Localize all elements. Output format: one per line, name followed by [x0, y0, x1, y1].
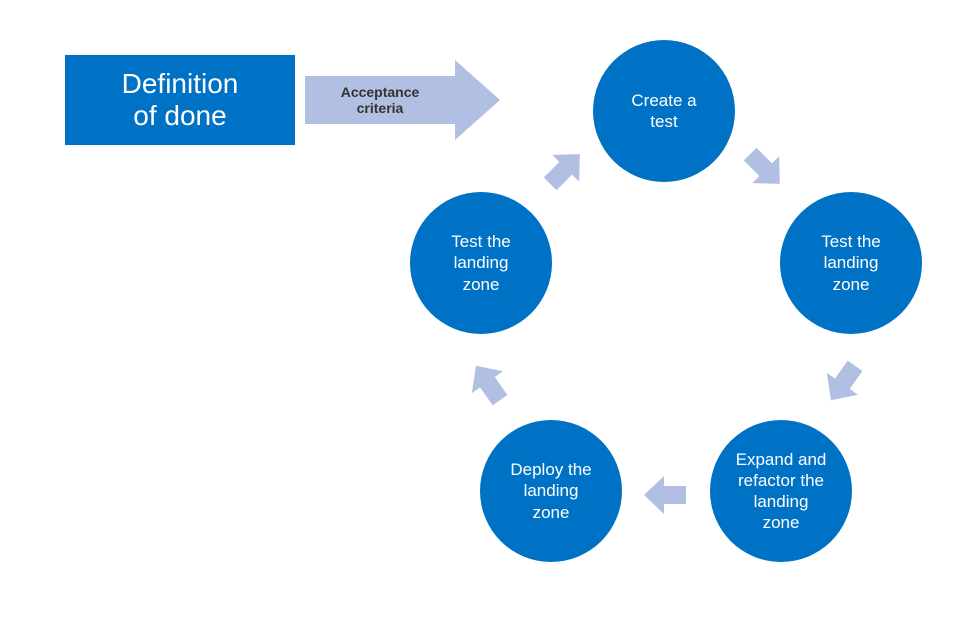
cycle-arrow-icon — [456, 351, 520, 415]
cycle-node-create-test: Create a test — [593, 40, 735, 182]
cycle-arrow-icon — [642, 472, 688, 518]
cycle-arrow-icon — [732, 136, 797, 201]
tdd-cycle: Create a test Test the landing zone Expa… — [380, 30, 945, 605]
cycle-node-test-zone-right: Test the landing zone — [780, 192, 922, 334]
cycle-node-test-zone-left: Test the landing zone — [410, 192, 552, 334]
cycle-node-deploy-zone: Deploy the landing zone — [480, 420, 622, 562]
definition-line2: of done — [133, 100, 226, 132]
cycle-arrow-icon — [811, 351, 875, 415]
cycle-arrow-icon — [532, 136, 597, 201]
definition-line1: Definition — [122, 68, 239, 100]
cycle-node-expand-refactor: Expand and refactor the landing zone — [710, 420, 852, 562]
definition-of-done-box: Definition of done — [65, 55, 295, 145]
